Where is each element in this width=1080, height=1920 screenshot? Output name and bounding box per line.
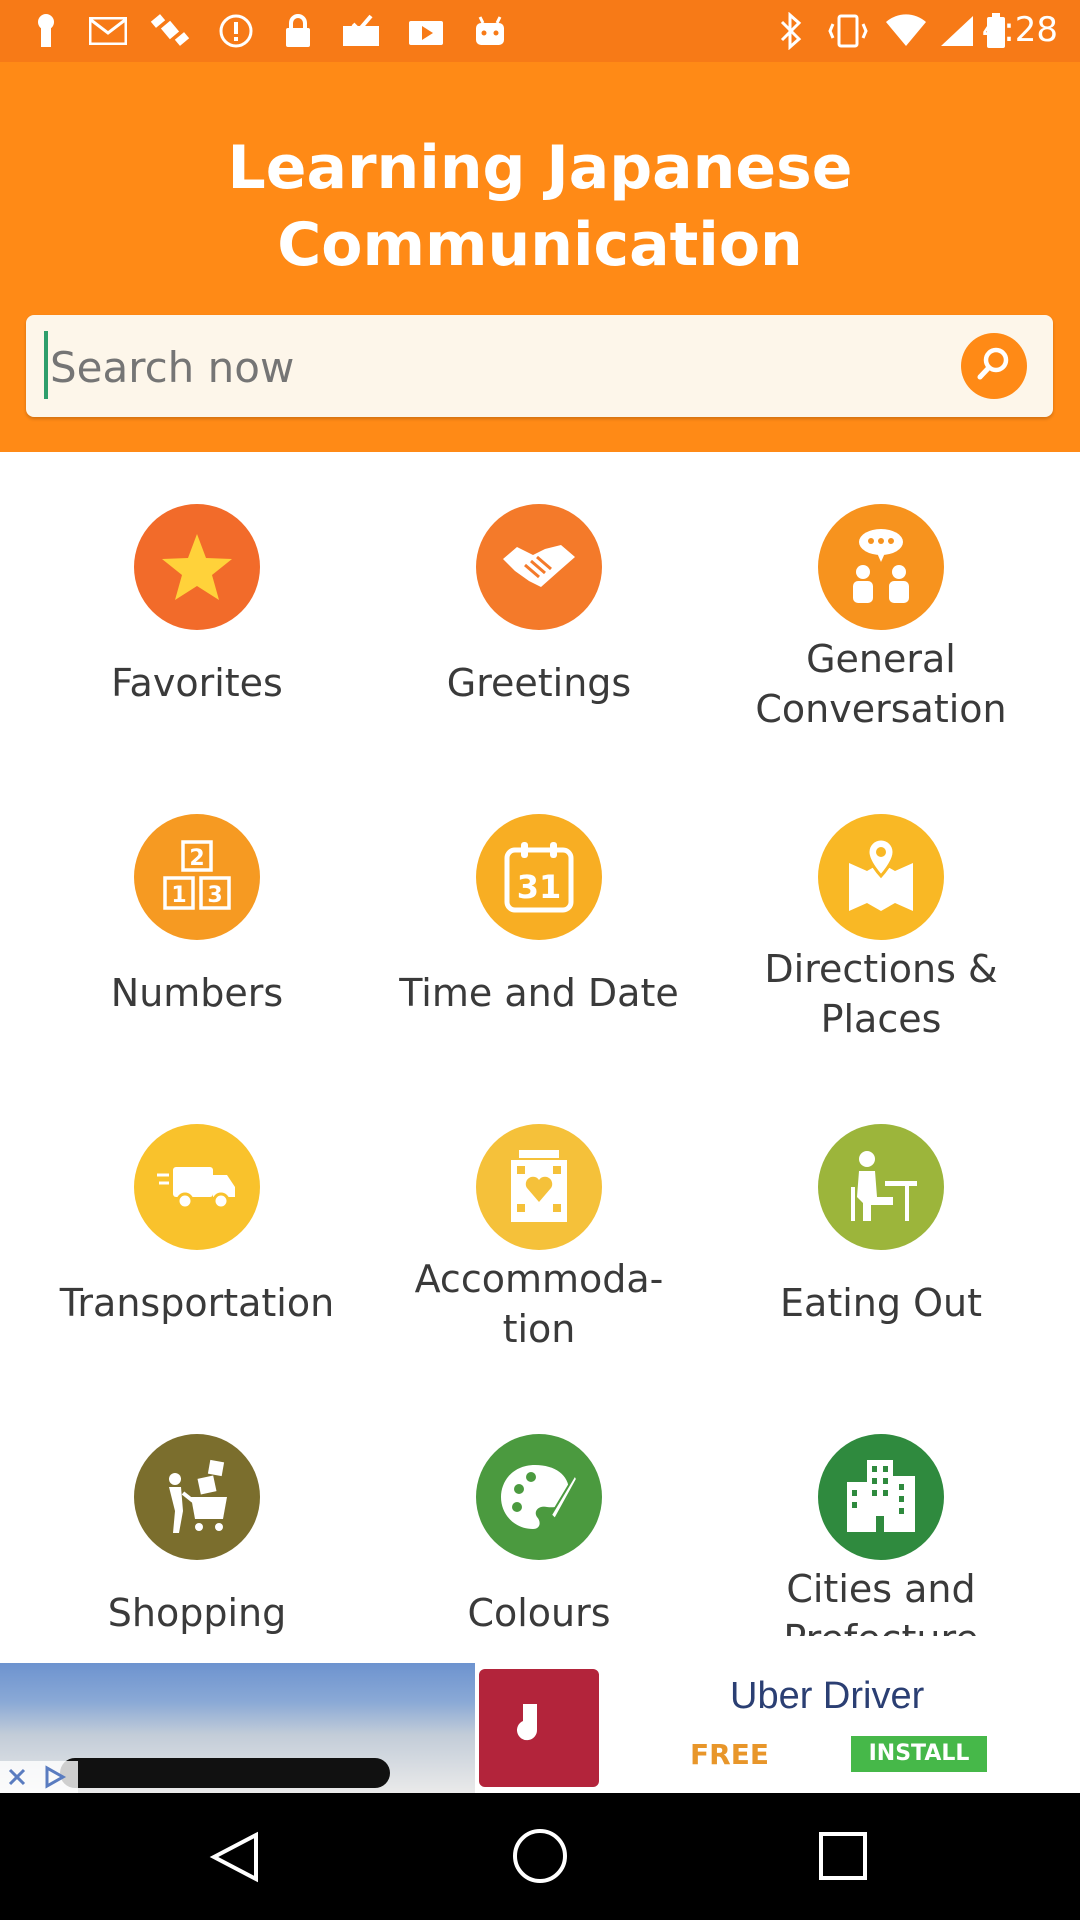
calendar-graphic: 31: [504, 842, 574, 913]
ad-install-button[interactable]: INSTALL: [851, 1736, 987, 1772]
calendar-day: 31: [517, 868, 562, 906]
category-label: Greetings: [446, 661, 632, 705]
recents-icon[interactable]: [818, 1831, 868, 1885]
mail-icon: [88, 12, 128, 50]
bluetooth-icon: [776, 12, 806, 50]
category-label-line-1: Accommoda-: [414, 1257, 664, 1301]
hotel-icon[interactable]: [476, 1124, 602, 1250]
category-label: Eating Out: [780, 1281, 982, 1325]
handshake-icon[interactable]: [476, 504, 602, 630]
app-header: Learning Japanese Communication: [0, 62, 1080, 452]
number-blocks-icon[interactable]: 213: [134, 814, 260, 940]
ad-choices-icon[interactable]: [34, 1761, 78, 1793]
ad-title: Uber Driver: [730, 1675, 925, 1717]
map-pin-icon[interactable]: [818, 814, 944, 940]
signal-icon: [938, 12, 976, 50]
android-icon: [472, 12, 508, 50]
category-label: Favorites: [111, 661, 283, 705]
category-label: Time and Date: [399, 971, 679, 1015]
vibrate-icon: [826, 12, 870, 50]
search-bar[interactable]: [26, 315, 1053, 417]
search-input[interactable]: [48, 333, 932, 401]
star-icon[interactable]: [134, 504, 260, 630]
ad-photo-phone-shape: [60, 1758, 390, 1788]
category-label: Numbers: [110, 971, 284, 1015]
home-icon[interactable]: [512, 1828, 568, 1888]
close-icon[interactable]: [0, 1761, 34, 1793]
category-label: Cities and Prefecture: [731, 1564, 1031, 1636]
category-label: Accommoda- tion: [389, 1254, 689, 1354]
category-label-line-1: General: [806, 637, 956, 681]
svg-text:2: 2: [189, 846, 204, 871]
category-label: General Conversation: [731, 634, 1031, 734]
category-label-line-1: Directions &: [764, 947, 998, 991]
dining-icon[interactable]: [818, 1124, 944, 1250]
page-title: Learning Japanese Communication: [0, 130, 1080, 284]
category-label: Shopping: [107, 1591, 287, 1635]
alert-icon: [218, 12, 254, 50]
ad-banner[interactable]: Uber Driver FREE INSTALL: [0, 1663, 1080, 1793]
category-label-line-2: Places: [820, 997, 942, 1041]
svg-text:1: 1: [171, 883, 186, 908]
mail-check-icon: [340, 12, 382, 50]
lock-icon: [282, 12, 314, 50]
truck-icon[interactable]: [134, 1124, 260, 1250]
keyhole-icon: [30, 12, 62, 50]
clock: 4:28: [981, 10, 1058, 50]
page-title-line-1: Learning Japanese: [227, 133, 853, 203]
category-label: Transportation: [59, 1281, 335, 1325]
status-bar: 4:28: [0, 0, 1080, 62]
calendar-icon[interactable]: 31: [476, 814, 602, 940]
search-icon: [974, 344, 1014, 388]
category-label: Directions & Places: [731, 944, 1031, 1044]
palette-icon[interactable]: [476, 1434, 602, 1560]
category-label-line-2: tion: [502, 1307, 576, 1351]
category-label-line-1: Cities and: [786, 1567, 976, 1611]
city-icon[interactable]: [818, 1434, 944, 1560]
satellite-icon: [148, 12, 192, 50]
briefcase-play-icon: [406, 12, 446, 50]
wifi-icon: [884, 12, 928, 50]
search-button[interactable]: [961, 333, 1027, 399]
system-nav-bar: [0, 1793, 1080, 1920]
page-title-line-2: Communication: [277, 210, 803, 280]
category-label-clip: Cities and Prefecture: [731, 1564, 1031, 1636]
category-label-line-2: Prefecture: [731, 1614, 1031, 1636]
svg-text:3: 3: [207, 883, 222, 908]
ad-price-label: FREE: [690, 1738, 769, 1771]
category-label-line-2: Conversation: [755, 687, 1007, 731]
conversation-icon[interactable]: [818, 504, 944, 630]
shopping-cart-icon[interactable]: [134, 1434, 260, 1560]
app-logo-icon: [479, 1669, 599, 1787]
back-icon[interactable]: [208, 1831, 262, 1887]
category-label: Colours: [467, 1591, 611, 1635]
